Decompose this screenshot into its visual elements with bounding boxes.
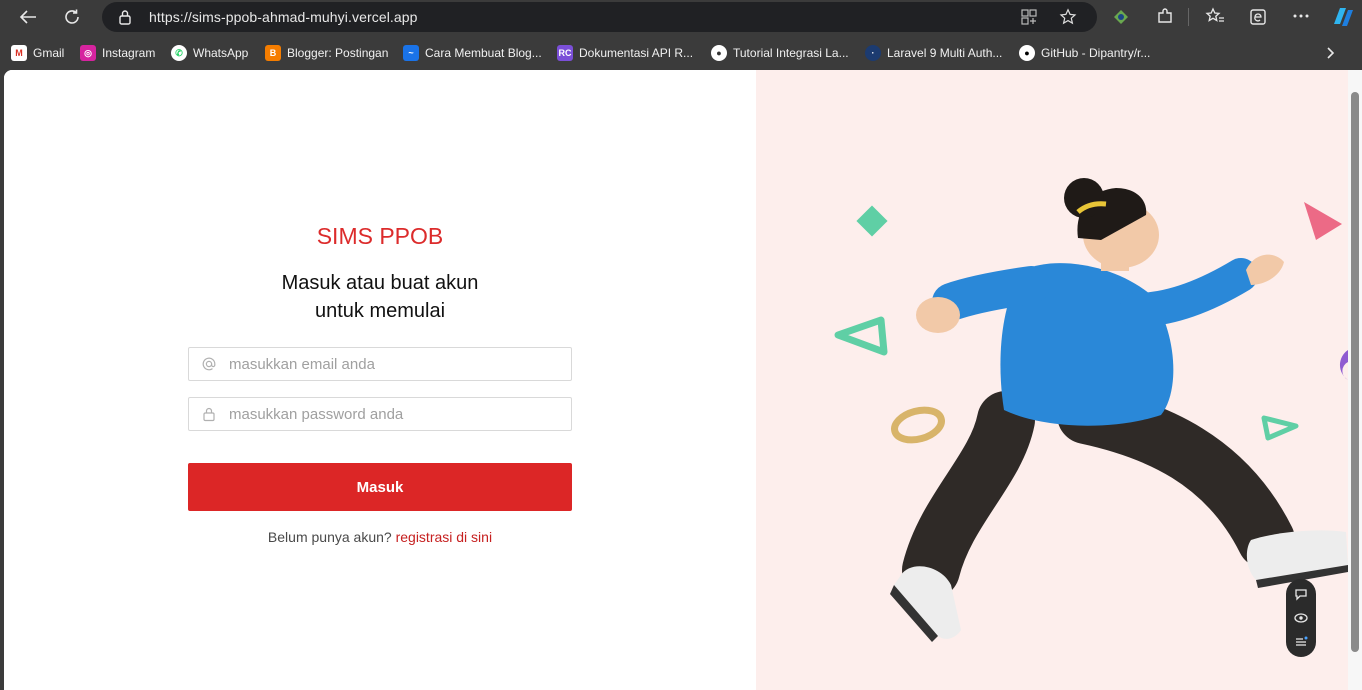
purple-ring-shape [1339,350,1348,380]
bookmark-api-docs[interactable]: RC Dokumentasi API R... [557,44,693,62]
scrollbar-thumb[interactable] [1351,92,1359,652]
blog-icon: ~ [403,45,419,61]
bookmark-gmail[interactable]: M Gmail [11,44,64,62]
bookmark-label: Gmail [33,46,65,60]
gold-ring-shape [891,406,945,444]
bookmark-label: Blogger: Postingan [287,46,389,60]
front-leg [1057,386,1295,569]
lock-icon [119,10,131,25]
laravel-icon: · [865,45,881,61]
signup-prompt: Belum punya akun? registrasi di sini [4,529,756,545]
bookmark-label: Cara Membuat Blog... [425,46,542,60]
bookmark-label: Dokumentasi API R... [579,46,694,60]
browser-toolbar: https://sims-ppob-ahmad-muhyi.vercel.app [0,0,1362,35]
illustration-panel [756,70,1348,690]
favorites-icon[interactable] [1205,7,1225,25]
signup-text: Belum punya akun? [267,529,392,545]
rc-icon: RC [557,45,573,61]
list-menu-icon[interactable] [1293,634,1309,650]
email-field[interactable] [188,347,572,381]
pink-triangle-shape [1304,202,1342,240]
right-hand [1246,254,1284,285]
toolbar-divider [1188,8,1189,26]
side-floating-toolbar [1286,579,1316,657]
copilot-icon[interactable] [1330,4,1356,30]
hair-bun [1064,178,1104,218]
favorite-star-icon[interactable] [1059,8,1077,26]
lock-icon [203,407,215,422]
chat-bubble-icon[interactable] [1293,586,1309,602]
reload-button[interactable] [58,4,86,30]
heading-line-2: untuk memulai [314,300,446,322]
register-link[interactable]: registrasi di sini [396,529,492,545]
tutorial-icon: ● [711,45,727,61]
password-input[interactable] [229,398,559,430]
back-leg [902,391,1035,599]
address-bar[interactable]: https://sims-ppob-ahmad-muhyi.vercel.app [102,2,1097,32]
login-heading: Masuk atau buat akun untuk memulai [4,269,756,325]
bookmark-label: Tutorial Integrasi La... [733,46,849,60]
heading-line-1: Masuk atau buat akun [281,272,479,294]
brand-title: SIMS PPOB [316,223,444,249]
bookmark-laravel[interactable]: · Laravel 9 Multi Auth... [865,44,1002,62]
bookmark-tutorial-integrasi[interactable]: ● Tutorial Integrasi La... [711,44,849,62]
github-icon: ● [1019,45,1035,61]
bookmark-label: GitHub - Dipantry/r... [1041,46,1151,60]
extensions-puzzle-icon[interactable] [1156,7,1174,25]
reload-icon [65,9,79,24]
password-field[interactable] [188,397,572,431]
bookmark-instagram[interactable]: ◎ Instagram [80,44,155,62]
chevron-right-icon[interactable] [1325,46,1335,60]
back-button[interactable] [14,4,42,30]
extension-icon[interactable] [1111,7,1131,27]
green-diamond-shape [856,205,888,237]
bookmark-blogger[interactable]: B Blogger: Postingan [265,44,388,62]
eye-icon[interactable] [1293,610,1309,626]
bookmark-whatsapp[interactable]: ✆ WhatsApp [171,44,248,62]
more-menu-icon[interactable] [1292,14,1310,18]
bookmark-blog-tutorial[interactable]: ~ Cara Membuat Blog... [403,44,542,62]
email-input[interactable] [229,348,559,380]
bookmark-github[interactable]: ● GitHub - Dipantry/r... [1019,44,1150,62]
collections-icon[interactable] [1248,7,1268,27]
whatsapp-icon: ✆ [171,45,187,61]
bookmark-label: Laravel 9 Multi Auth... [887,46,1003,60]
bookmark-label: WhatsApp [193,46,249,60]
login-panel: SIMS PPOB Masuk atau buat akun untuk mem… [4,70,756,690]
at-sign-icon [202,357,216,371]
left-hand [916,297,960,333]
right-arm [1119,258,1258,327]
bookmarks-bar: M Gmail ◎ Instagram ✆ WhatsApp B Blogger… [0,36,1362,69]
apps-icon[interactable] [1020,8,1038,26]
gmail-icon: M [11,45,27,61]
instagram-icon: ◎ [80,45,96,61]
page-viewport: SIMS PPOB Masuk atau buat akun untuk mem… [4,70,1348,690]
login-button[interactable]: Masuk [188,463,572,511]
back-arrow-icon [19,10,36,24]
green-triangle-shape [834,316,888,356]
walking-person-illustration [834,178,1348,642]
bookmark-label: Instagram [102,46,156,60]
left-arm [932,266,1050,321]
blogger-icon: B [265,45,281,61]
url-text[interactable]: https://sims-ppob-ahmad-muhyi.vercel.app [149,9,418,25]
small-green-triangle-shape [1261,415,1299,441]
